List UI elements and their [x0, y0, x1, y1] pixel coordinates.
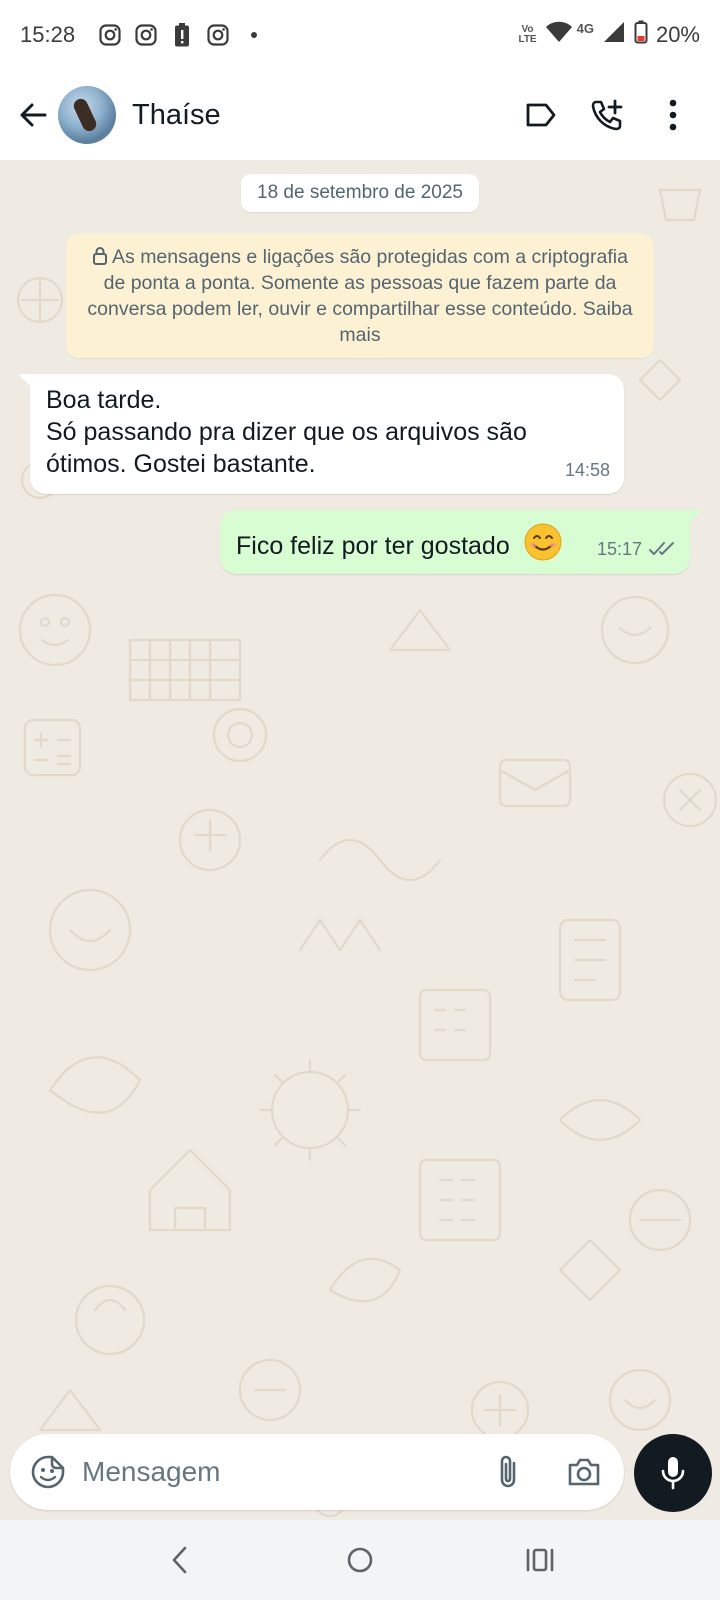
volte-icon: Vo LTE: [518, 25, 536, 45]
message-incoming[interactable]: Boa tarde. Só passando pra dizer que os …: [18, 374, 624, 494]
encryption-notice-text: As mensagens e ligações são protegidas c…: [87, 246, 633, 346]
message-input[interactable]: [76, 1442, 480, 1502]
instagram-icon: [133, 22, 159, 48]
camera-icon: [568, 1458, 600, 1486]
date-chip: 18 de setembro de 2025: [241, 174, 479, 212]
voice-message-button[interactable]: [634, 1434, 712, 1512]
label-icon: [526, 103, 556, 127]
wifi-icon: [545, 21, 573, 49]
message-time: 15:17: [596, 539, 642, 559]
instagram-icon: [205, 22, 231, 48]
nav-home-button[interactable]: [320, 1530, 400, 1590]
mic-icon: [661, 1457, 685, 1490]
battery-percent: 20%: [655, 22, 700, 47]
header-actions: [508, 85, 706, 145]
message-meta: 15:17: [597, 532, 676, 566]
status-time: 15:28: [20, 22, 76, 47]
whatsapp-chat-screen: 15:28 Vo LTE 4G 20% Thaíse 18 de setembr…: [0, 0, 720, 1600]
nav-recents-button[interactable]: [500, 1530, 580, 1590]
back-button[interactable]: [8, 85, 58, 145]
chat-header: Thaíse: [0, 70, 720, 160]
contact-avatar[interactable]: [58, 86, 116, 144]
attach-button[interactable]: [480, 1444, 536, 1500]
message-time: 14:58: [564, 460, 610, 480]
signal-icon: [602, 21, 626, 49]
more-options-button[interactable]: [640, 85, 706, 145]
network-type: 4G: [576, 21, 594, 36]
wallpaper-doodles: [16, 188, 718, 1518]
lock-icon: [93, 247, 108, 265]
smiling-face-icon: [524, 523, 562, 561]
volte-label-bottom: LTE: [518, 34, 537, 45]
home-nav-icon: [347, 1547, 373, 1573]
sticker-icon: [31, 1455, 65, 1489]
message-line: Só passando pra dizer que os arquivos sã…: [46, 418, 527, 478]
nav-back-button[interactable]: [140, 1530, 220, 1590]
dot-icon: [241, 22, 267, 48]
encryption-notice[interactable]: As mensagens e ligações são protegidas c…: [66, 234, 654, 358]
message-text: Fico feliz por ter gostado: [236, 532, 510, 560]
battery-icon: [634, 20, 648, 50]
label-button[interactable]: [508, 85, 574, 145]
message-composer: [10, 1434, 624, 1510]
notification-icons: [97, 22, 267, 48]
chat-area[interactable]: 18 de setembro de 2025 As mensagens e li…: [0, 160, 720, 1520]
battery-alert-icon: [169, 22, 195, 48]
message-outgoing[interactable]: Fico feliz por ter gostado 15:17: [220, 510, 702, 574]
arrow-back-icon: [20, 103, 47, 127]
add-call-icon: [591, 99, 623, 131]
system-navigation-bar: [0, 1520, 720, 1600]
camera-button[interactable]: [556, 1444, 612, 1500]
double-check-icon: [649, 542, 674, 555]
contact-name[interactable]: Thaíse: [132, 99, 221, 132]
status-bar: 15:28 Vo LTE 4G 20%: [0, 0, 720, 70]
back-nav-icon: [172, 1546, 187, 1574]
recents-nav-icon: [526, 1548, 554, 1572]
system-status-icons: Vo LTE 4G 20%: [518, 20, 700, 50]
more-vert-icon: [669, 99, 677, 131]
attach-icon: [500, 1455, 516, 1488]
add-call-button[interactable]: [574, 85, 640, 145]
sticker-button[interactable]: [20, 1444, 76, 1500]
message-line: Boa tarde.: [46, 386, 162, 414]
instagram-icon: [97, 22, 123, 48]
